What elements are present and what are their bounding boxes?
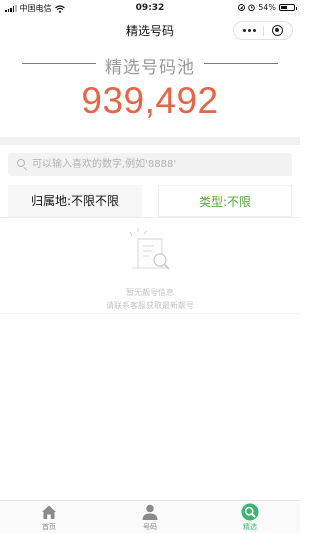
- filter-divider: [0, 217, 300, 218]
- tab-numbers-label: 号码: [143, 523, 157, 531]
- battery-icon: [279, 4, 297, 11]
- section-divider: [0, 137, 300, 145]
- hero-line-right: [204, 63, 278, 64]
- tab-numbers[interactable]: 号码: [130, 503, 170, 532]
- battery-percent: 54%: [258, 3, 276, 12]
- search-icon: [17, 159, 25, 167]
- type-filter-button[interactable]: 类型:不限: [158, 185, 292, 217]
- tab-home[interactable]: 首页: [29, 503, 69, 532]
- tab-home-label: 首页: [42, 523, 56, 531]
- tab-bar: 首页 号码 精选: [0, 500, 300, 533]
- tab-featured-label: 精选: [243, 523, 257, 531]
- status-bar: 中国电信 09:32 54%: [0, 0, 300, 16]
- empty-state-divider: [0, 313, 300, 314]
- close-target-icon[interactable]: [272, 25, 283, 36]
- search-input[interactable]: [32, 153, 287, 176]
- empty-document-icon: [129, 228, 170, 270]
- empty-state-title: 暂无靓号信息: [126, 288, 174, 297]
- status-right: 54%: [238, 3, 297, 12]
- tab-featured[interactable]: 精选: [230, 503, 270, 532]
- mini-program-capsule: [233, 21, 293, 40]
- search-bar[interactable]: [8, 153, 292, 176]
- empty-state-hint: 请联系客服获取最新靓号: [106, 301, 194, 310]
- more-icon[interactable]: [243, 29, 256, 32]
- hero-subtitle: 精选号码池: [105, 58, 195, 78]
- location-icon: [238, 4, 246, 11]
- home-icon: [42, 505, 56, 519]
- alarm-icon: [248, 4, 255, 11]
- region-filter-button[interactable]: 归属地:不限不限: [8, 185, 142, 217]
- number-pool-count: 939,492: [81, 80, 219, 121]
- nav-bar: 精选号码: [0, 16, 300, 44]
- capsule-divider: [263, 26, 264, 36]
- search-icon: [241, 503, 259, 521]
- person-icon: [142, 504, 158, 520]
